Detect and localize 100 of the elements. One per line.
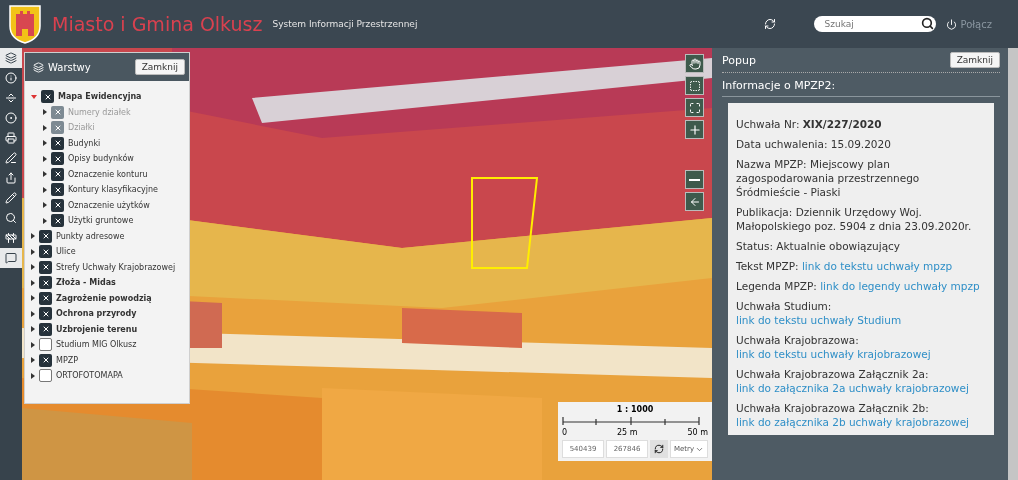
- link[interactable]: link do załącznika 2b uchwały krajobrazowej: [736, 416, 970, 428]
- link[interactable]: link do legendy uchwały mpzp: [820, 280, 980, 292]
- back-button[interactable]: [685, 192, 704, 211]
- info-text: Uchwała Studium: link do tekstu uchwały Studium: [736, 299, 903, 327]
- fullscreen-icon: [688, 101, 701, 114]
- layer-checkbox[interactable]: [39, 307, 52, 321]
- expand-arrow-icon[interactable]: [43, 140, 47, 147]
- zoom-out-button[interactable]: [685, 170, 704, 189]
- info-text: Data uchwalenia: 15.09.2020: [736, 137, 892, 151]
- expand-arrow-icon[interactable]: [31, 295, 35, 302]
- cross-icon: [41, 356, 50, 365]
- layer-checkbox[interactable]: [51, 198, 64, 212]
- layer-checkbox[interactable]: [39, 276, 52, 290]
- connect-button[interactable]: Połącz: [946, 18, 992, 30]
- expand-arrow-icon[interactable]: [43, 186, 47, 193]
- info-text: Uchwała Krajobrazowa: link do tekstu uchwały krajobrazowej: [736, 333, 932, 361]
- cross-icon: [53, 108, 62, 117]
- layer-label: Zagrożenie powodzią: [56, 293, 152, 303]
- layer-checkbox[interactable]: [39, 322, 52, 336]
- zoom-in-button[interactable]: [685, 120, 704, 139]
- layer-checkbox[interactable]: [39, 353, 52, 367]
- cross-icon: [53, 201, 62, 210]
- expand-arrow-icon[interactable]: [43, 171, 47, 178]
- scale-label: 50 m: [687, 428, 708, 437]
- comment-button[interactable]: [0, 248, 22, 268]
- target-icon: [5, 112, 17, 124]
- pan-button[interactable]: [685, 54, 704, 73]
- layer-label: Punkty adresowe: [56, 231, 125, 241]
- cross-icon: [41, 309, 50, 318]
- cross-icon: [41, 325, 50, 334]
- layer-label: Budynki: [68, 138, 101, 148]
- link[interactable]: link do załącznika 2a uchwały krajobrazowej: [736, 382, 969, 394]
- layer-checkbox[interactable]: [51, 214, 64, 228]
- cross-icon: [41, 294, 50, 303]
- layer-checkbox[interactable]: [41, 90, 54, 104]
- expand-arrow-icon[interactable]: [43, 217, 47, 224]
- site-title: Miasto i Gmina Olkusz: [52, 13, 263, 35]
- layer-label: Strefy Uchwały Krajobrazowej: [56, 262, 176, 272]
- layer-checkbox[interactable]: [39, 229, 52, 243]
- scale-bar-icon: [562, 417, 700, 425]
- link[interactable]: link do tekstu uchwały mpzp: [801, 260, 953, 272]
- layer-label: ORTOFOTOMAPA: [56, 371, 123, 381]
- search-icon: [5, 212, 17, 224]
- cross-icon: [41, 263, 50, 272]
- layer-checkbox[interactable]: [39, 260, 52, 274]
- refresh-icon[interactable]: [764, 18, 777, 30]
- layer-checkbox[interactable]: [51, 167, 64, 181]
- layer-label: Oznaczenie użytków: [68, 200, 150, 210]
- fullscreen-button[interactable]: [685, 98, 704, 117]
- search-icon[interactable]: [921, 17, 935, 30]
- expand-arrow-icon[interactable]: [31, 248, 35, 255]
- dashed-square-icon: [688, 79, 701, 92]
- expand-arrow-icon[interactable]: [31, 310, 35, 317]
- cross-icon: [53, 139, 62, 148]
- scale-ratio: 1 : 1000: [615, 405, 655, 414]
- cross-icon: [53, 216, 62, 225]
- refresh-button[interactable]: [650, 440, 668, 458]
- power-icon: [946, 18, 958, 30]
- info-text: Publikacja: Dziennik Urzędowy Woj. Małopolskiego poz. 5904 z dnia 23.09.2020r.: [736, 205, 973, 233]
- expand-arrow-icon[interactable]: [43, 155, 47, 162]
- layer-checkbox[interactable]: [39, 291, 52, 305]
- select-area-button[interactable]: [685, 76, 704, 95]
- layer-checkbox[interactable]: [51, 136, 64, 150]
- expand-arrow-icon[interactable]: [31, 372, 35, 379]
- link[interactable]: link do tekstu uchwały krajobrazowej: [736, 348, 931, 360]
- comment-icon: [5, 252, 17, 264]
- layer-checkbox[interactable]: [39, 245, 52, 259]
- expand-arrow-icon[interactable]: [31, 233, 35, 240]
- expand-arrow-icon[interactable]: [31, 341, 35, 348]
- layer-checkbox[interactable]: [39, 369, 52, 383]
- popup-subtitle: Informacje o MPZP2:: [722, 73, 1000, 97]
- info-text: Tekst MPZP: link do tekstu uchwały mpzp: [736, 259, 954, 273]
- cross-icon: [53, 154, 62, 163]
- scale-label: 0: [562, 428, 568, 437]
- layer-checkbox[interactable]: [39, 338, 52, 352]
- coat-of-arms-icon: [8, 4, 42, 44]
- search-field[interactable]: Szukaj: [814, 16, 937, 32]
- cross-icon: [41, 278, 50, 287]
- expand-arrow-icon[interactable]: [31, 357, 35, 364]
- expand-arrow-icon[interactable]: [43, 202, 47, 209]
- print-icon: [5, 132, 17, 144]
- refresh-icon: [654, 444, 664, 454]
- expand-arrow-icon[interactable]: [31, 326, 35, 333]
- layers-title: Warstwy: [48, 61, 91, 73]
- expand-arrow-icon[interactable]: [31, 279, 35, 286]
- expand-arrow-icon[interactable]: [31, 264, 35, 271]
- layer-label: Studium MIG Olkusz: [56, 340, 137, 350]
- scale-label: 25 m: [617, 428, 638, 437]
- cross-icon: [41, 232, 50, 241]
- close-button[interactable]: Zamknij: [134, 59, 185, 75]
- close-button[interactable]: Zamknij: [949, 52, 1000, 68]
- layer-label: Złoża - Midas: [56, 278, 116, 288]
- layer-checkbox[interactable]: [51, 183, 64, 197]
- layer-checkbox[interactable]: [51, 152, 64, 166]
- layers-icon: [33, 61, 44, 73]
- layers-button[interactable]: [0, 48, 22, 68]
- layer-label: Ochrona przyrody: [56, 309, 137, 319]
- info-text: Legenda MPZP: link do legendy uchwały mpzp: [736, 279, 981, 293]
- link[interactable]: link do tekstu uchwały Studium: [736, 314, 902, 326]
- site-subtitle: System Informacji Przestrzennej: [272, 19, 418, 29]
